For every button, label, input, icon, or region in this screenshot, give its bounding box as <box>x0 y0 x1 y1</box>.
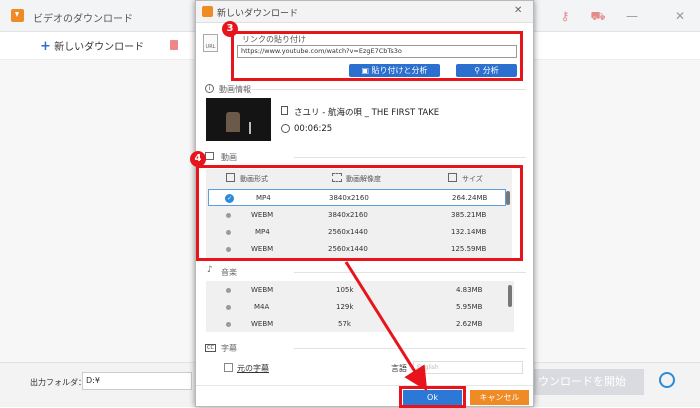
annotation-arrow <box>344 261 428 392</box>
arrow-line <box>344 261 428 392</box>
